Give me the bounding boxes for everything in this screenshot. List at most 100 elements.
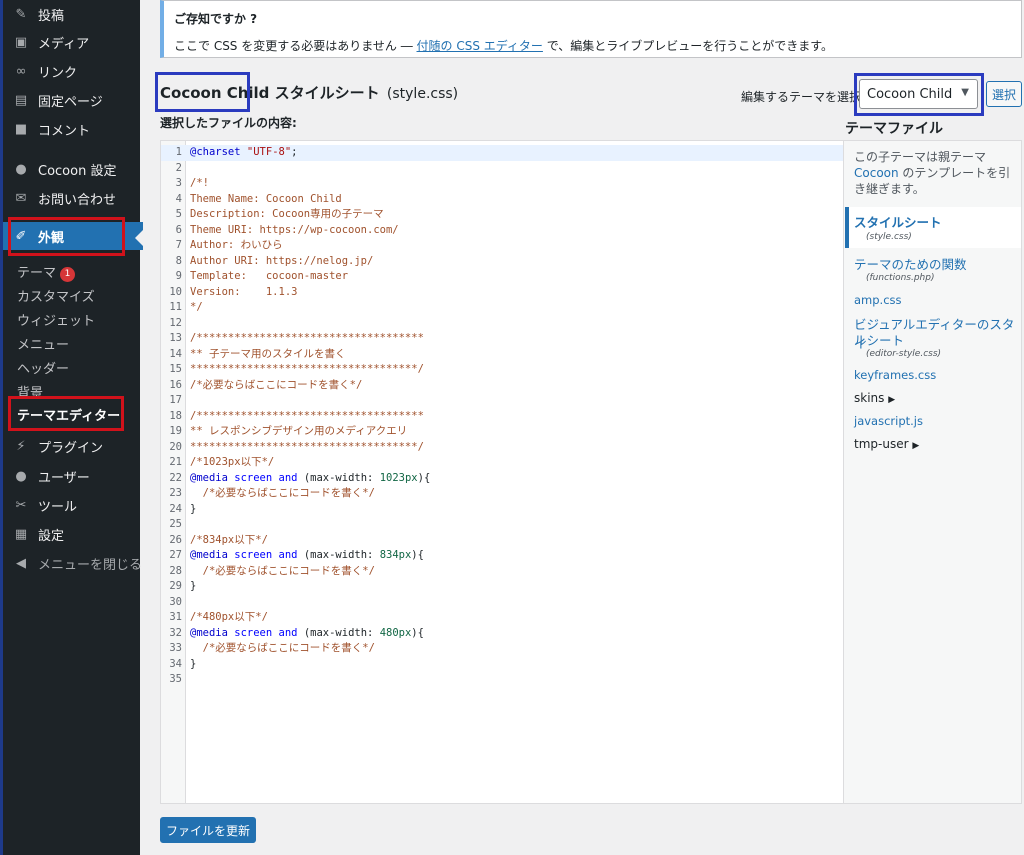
code-line: 35 bbox=[161, 672, 843, 688]
folder-tmp-user[interactable]: tmp-user ▶ bbox=[854, 437, 919, 451]
sidebar-item-2[interactable]: ∞ リンク bbox=[3, 57, 143, 85]
code-line: 6 Theme URI: https://wp-cocoon.com/ bbox=[161, 223, 843, 239]
sidebar-item-label: ツール bbox=[38, 499, 78, 515]
file-link-functions[interactable]: テーマのための関数 bbox=[854, 254, 967, 273]
code-line: 21 /*1023px以下*/ bbox=[161, 455, 843, 471]
submenu-item-label: テーマ bbox=[17, 266, 57, 281]
code-text: ** レスポンシブデザイン用のメディアクエリ bbox=[190, 425, 408, 437]
mail-icon: ✉ bbox=[15, 190, 27, 206]
code-text: /*834px以下*/ bbox=[190, 533, 268, 546]
sidebar-item-6[interactable]: ✉ お問い合わせ bbox=[3, 184, 143, 212]
code-line: 8 Author URI: https://nelog.jp/ bbox=[161, 254, 843, 270]
tf-desc-before: この子テーマは親テーマ bbox=[854, 150, 987, 164]
submenu-item-label: カスタマイズ bbox=[17, 290, 95, 305]
sidebar-item-8[interactable]: ⚡ プラグイン bbox=[3, 432, 143, 460]
submenu-item-3[interactable]: メニュー bbox=[17, 334, 69, 353]
code-line: 16 /*必要ならばここにコードを書く*/ bbox=[161, 378, 843, 394]
link-icon: ∞ bbox=[15, 63, 27, 79]
folder-skins-label: skins bbox=[854, 391, 885, 405]
notice-text: ここで CSS を変更する必要はありません ― 付随の CSS エディター で、… bbox=[174, 37, 833, 54]
media-icon: ▣ bbox=[14, 34, 28, 50]
pushpin-icon: ✎ bbox=[15, 6, 27, 22]
sidebar-item-label: メニューを閉じる bbox=[38, 557, 143, 573]
wrench-icon: ✂ bbox=[15, 497, 27, 513]
submenu-item-2[interactable]: ウィジェット bbox=[17, 310, 95, 329]
code-text: /*必要ならばここにコードを書く*/ bbox=[190, 378, 363, 391]
file-sub-functions: (functions.php) bbox=[866, 273, 935, 283]
file-link-keyframes[interactable]: keyframes.css bbox=[854, 368, 936, 382]
code-text: Theme URI: https://wp-cocoon.com/ bbox=[190, 223, 399, 236]
file-sub-visual-editor: (editor-style.css) bbox=[866, 349, 942, 359]
code-line: 27 @media screen and (max-width: 834px){ bbox=[161, 548, 843, 564]
highlight-theme-name bbox=[155, 72, 250, 112]
sidebar-item-11[interactable]: ▦ 設定 bbox=[3, 520, 143, 548]
code-editor[interactable]: 1 @charset "UTF-8"; 2 3/*! 4 Theme Name: Coco… bbox=[160, 140, 844, 804]
code-text: @media screen and (max-width: 1023px){ bbox=[190, 471, 431, 484]
notice-title: ご存知ですか ? bbox=[174, 12, 258, 26]
line-number: 30 bbox=[169, 595, 182, 608]
css-editor-link[interactable]: 付随の CSS エディター bbox=[417, 39, 543, 53]
code-text: Author: わいひら bbox=[190, 239, 283, 251]
parent-theme-link[interactable]: Cocoon bbox=[854, 166, 899, 180]
select-button[interactable]: 選択 bbox=[986, 81, 1022, 107]
sidebar-item-0[interactable]: ✎ 投稿 bbox=[3, 0, 143, 28]
line-number: 23 bbox=[169, 487, 182, 499]
line-number: 3 bbox=[175, 177, 182, 189]
sidebar-item-3[interactable]: ▤ 固定ページ bbox=[3, 86, 143, 114]
code-text: /************************************ bbox=[190, 409, 424, 422]
active-indicator bbox=[135, 230, 143, 246]
line-number: 5 bbox=[175, 208, 182, 220]
code-text: Version: 1.1.3 bbox=[190, 285, 298, 298]
code-line: 13 /************************************ bbox=[161, 331, 843, 347]
sidebar-item-label: お問い合わせ bbox=[38, 192, 117, 208]
code-line: 1 @charset "UTF-8"; bbox=[161, 145, 843, 161]
line-number: 6 bbox=[175, 223, 182, 236]
file-link-stylesheet[interactable]: スタイルシート bbox=[854, 212, 942, 231]
sidebar-item-10[interactable]: ✂ ツール bbox=[3, 491, 143, 519]
line-number: 22 bbox=[169, 471, 182, 484]
sidebar-item-9[interactable]: ● ユーザー bbox=[3, 462, 143, 490]
sidebar-item-4[interactable]: ■ コメント bbox=[3, 115, 143, 143]
code-text: /*必要ならばここにコードを書く*/ bbox=[202, 487, 375, 499]
submenu-item-label: ヘッダー bbox=[17, 362, 70, 377]
code-line: 17 bbox=[161, 393, 843, 409]
folder-skins[interactable]: skins ▶ bbox=[854, 391, 895, 405]
code-line: 18 /************************************ bbox=[161, 409, 843, 425]
theme-files-title: テーマファイル bbox=[845, 121, 943, 137]
sidebar-item-label: 設定 bbox=[38, 528, 65, 544]
folder-skins-arrow-icon: ▶ bbox=[888, 395, 896, 405]
code-line: 4 Theme Name: Cocoon Child bbox=[161, 192, 843, 208]
code-text: @media screen and (max-width: 480px){ bbox=[190, 626, 424, 639]
theme-select-label: 編集するテーマを選択: bbox=[741, 90, 866, 104]
submenu-item-4[interactable]: ヘッダー bbox=[17, 358, 69, 377]
update-file-button[interactable]: ファイルを更新 bbox=[160, 817, 256, 843]
highlight-theme-select bbox=[854, 73, 984, 116]
code-text: @charset "UTF-8"; bbox=[190, 146, 298, 158]
line-number: 31 bbox=[169, 611, 182, 623]
sidebar-item-12[interactable]: ◀ メニューを閉じる bbox=[3, 549, 143, 577]
code-line: 14 ** 子テーマ用のスタイルを書く bbox=[161, 347, 843, 363]
page-title-filename: (style.css) bbox=[386, 86, 459, 102]
line-number: 14 bbox=[169, 347, 182, 360]
file-link-amp[interactable]: amp.css bbox=[854, 293, 902, 307]
code-line: 26 /*834px以下*/ bbox=[161, 533, 843, 549]
line-number: 32 bbox=[169, 626, 182, 639]
code-line: 15 ************************************/ bbox=[161, 362, 843, 378]
line-number: 28 bbox=[169, 564, 182, 577]
highlight-theme-editor bbox=[8, 396, 124, 431]
submenu-item-0[interactable]: テーマ 1 bbox=[17, 262, 76, 282]
file-link-visual-editor-2[interactable]: ルシート bbox=[854, 330, 904, 349]
submenu-item-1[interactable]: カスタマイズ bbox=[17, 286, 95, 305]
info-notice: ご存知ですか ? ここで CSS を変更する必要はありません ― 付随の CSS… bbox=[160, 0, 1022, 58]
admin-sidebar: ✎ 投稿 ▣ メディア ∞ リンク ▤ 固定ページ ■ コメント ● Cocoon 設定 ✉ お問い合わせ… bbox=[0, 0, 143, 855]
cocoon-icon: ● bbox=[15, 161, 27, 177]
code-text: @media screen and (max-width: 834px){ bbox=[190, 549, 424, 561]
sidebar-item-5[interactable]: ● Cocoon 設定 bbox=[3, 155, 143, 183]
code-line: 9 Template: cocoon-master bbox=[161, 269, 843, 285]
folder-tmp-user-arrow-icon: ▶ bbox=[912, 441, 920, 451]
settings-icon: ▦ bbox=[14, 526, 28, 542]
file-link-javascript[interactable]: javascript.js bbox=[854, 414, 923, 428]
submenu-item-label: ウィジェット bbox=[17, 314, 96, 329]
sidebar-item-1[interactable]: ▣ メディア bbox=[3, 28, 143, 56]
line-number: 19 bbox=[169, 425, 182, 437]
